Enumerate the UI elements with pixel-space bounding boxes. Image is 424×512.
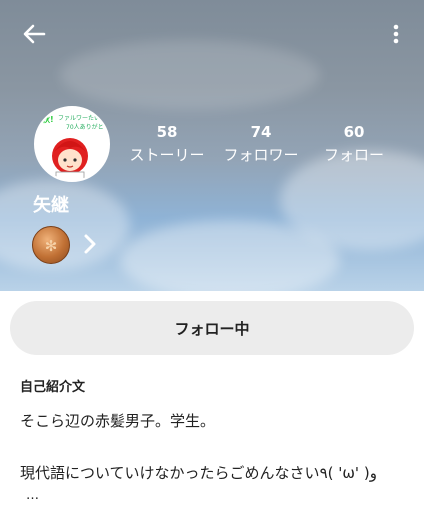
avatar[interactable]: 秋! ファルワーたい 70人ありがとう!: [34, 106, 110, 182]
svg-text:70人ありがとう!: 70人ありがとう!: [66, 123, 108, 131]
back-button[interactable]: [20, 20, 48, 48]
avatar-illustration: 秋! ファルワーたい 70人ありがとう!: [36, 108, 108, 180]
stat-label: ストーリー: [129, 146, 205, 164]
stat-following[interactable]: 60 フォロー: [308, 122, 400, 172]
svg-text:ファルワーたい: ファルワーたい: [58, 115, 100, 122]
profile-stats: 58 ストーリー 74 フォロワー 60 フォロー: [120, 122, 400, 172]
bio-line: …: [26, 488, 39, 503]
stat-stories[interactable]: 58 ストーリー: [120, 122, 214, 172]
svg-text:秋!: 秋!: [41, 114, 54, 124]
stat-count: 74: [250, 123, 272, 141]
chevron-right-icon[interactable]: [80, 232, 100, 256]
stat-count: 60: [343, 123, 365, 141]
medal-glyph: ✻: [45, 237, 58, 255]
bio-title: 自己紹介文: [20, 380, 86, 395]
svg-text:✻: ✻: [45, 237, 58, 255]
cloud: [60, 40, 320, 110]
bio-line: 現代語についていけなかったらごめんなさい٩( 'ω' )و: [20, 464, 377, 482]
arrow-left-icon: [23, 24, 46, 44]
bio-line: そこら辺の赤髪男子。学生。: [20, 412, 216, 430]
profile-header: 秋! ファルワーたい 70人ありがとう! 58 ストーリー 74 フォロワー 6…: [0, 0, 424, 291]
stat-count: 58: [156, 123, 178, 141]
stat-label: フォロワー: [223, 146, 299, 164]
more-options-button[interactable]: [384, 22, 408, 46]
bronze-medal-icon[interactable]: ✻: [32, 226, 70, 264]
following-button[interactable]: フォロー中: [10, 301, 414, 355]
stat-followers[interactable]: 74 フォロワー: [214, 122, 308, 172]
stat-label: フォロー: [323, 146, 384, 164]
username: 矢継: [33, 195, 69, 216]
more-vertical-icon: [393, 24, 399, 44]
